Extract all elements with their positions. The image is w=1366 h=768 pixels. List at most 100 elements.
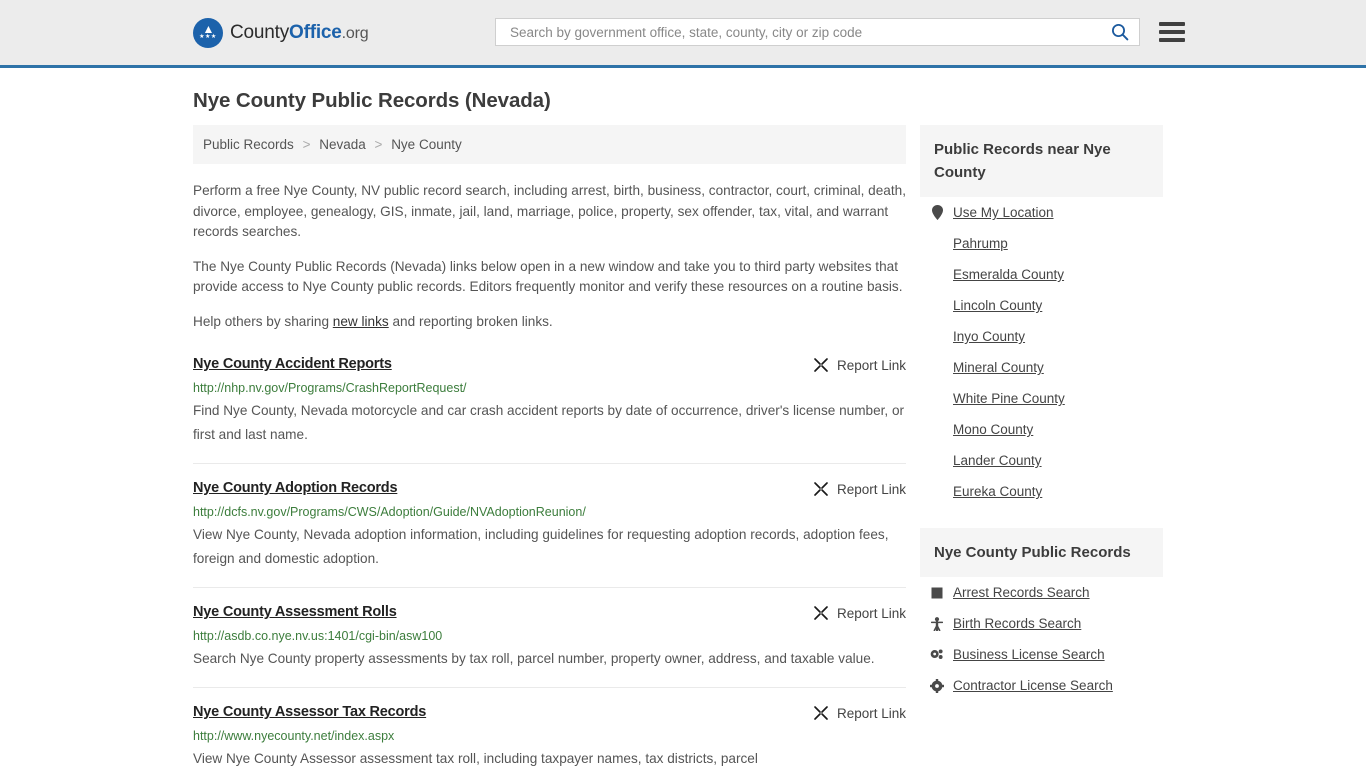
- breadcrumb-item-nevada[interactable]: Nevada: [319, 137, 366, 152]
- record-header: Nye County Assessment Rolls Report Link: [193, 604, 906, 621]
- sidebar-county-records-list: Arrest Records Search Birth Records Sear…: [920, 577, 1163, 701]
- site-logo[interactable]: ▲ ★★★ CountyOffice.org: [193, 17, 369, 48]
- list-item[interactable]: Birth Records Search: [924, 608, 1163, 639]
- search-input[interactable]: [508, 23, 1109, 41]
- broken-link-icon: [814, 358, 828, 372]
- record-url[interactable]: http://nhp.nv.gov/Programs/CrashReportRe…: [193, 381, 906, 395]
- intro-paragraph-2: The Nye County Public Records (Nevada) l…: [193, 258, 903, 295]
- list-item[interactable]: Esmeralda County: [924, 259, 1163, 290]
- report-link-label: Report Link: [836, 481, 906, 497]
- hamburger-bar: [1159, 38, 1185, 42]
- record-url[interactable]: http://dcfs.nv.gov/Programs/CWS/Adoption…: [193, 505, 906, 519]
- hamburger-menu-icon[interactable]: [1159, 22, 1185, 42]
- record-item: Nye County Adoption Records Report Link …: [193, 464, 906, 588]
- hamburger-bar: [1159, 22, 1185, 26]
- site-header: ▲ ★★★ CountyOffice.org: [0, 0, 1366, 68]
- list-item[interactable]: White Pine County: [924, 383, 1163, 414]
- record-title-link[interactable]: Nye County Adoption Records: [193, 480, 398, 496]
- record-description: Search Nye County property assessments b…: [193, 651, 875, 666]
- intro-text-before: Help others by sharing: [193, 313, 333, 329]
- sidebar-item-contractor-license-search[interactable]: Contractor License Search: [953, 678, 1113, 693]
- report-link-button[interactable]: Report Link: [813, 480, 906, 497]
- list-item[interactable]: Eureka County: [924, 476, 1163, 507]
- sidebar-item-mono-county[interactable]: Mono County: [953, 422, 1033, 437]
- handcuffs-icon: [930, 587, 944, 599]
- sidebar-item-white-pine-county[interactable]: White Pine County: [953, 391, 1065, 406]
- report-link-button[interactable]: Report Link: [813, 356, 906, 373]
- record-item: Nye County Assessment Rolls Report Link …: [193, 588, 906, 688]
- list-item[interactable]: Business License Search: [924, 639, 1163, 670]
- list-item[interactable]: Arrest Records Search: [924, 577, 1163, 608]
- hamburger-bar: [1159, 30, 1185, 34]
- record-url[interactable]: http://asdb.co.nye.nv.us:1401/cgi-bin/as…: [193, 629, 906, 643]
- intro-paragraph-3: Help others by sharing new links and rep…: [193, 312, 906, 333]
- search-icon[interactable]: [1109, 23, 1131, 41]
- record-description: View Nye County, Nevada adoption informa…: [193, 527, 889, 566]
- list-item[interactable]: Mineral County: [924, 352, 1163, 383]
- logo-text-org: .org: [341, 24, 369, 42]
- logo-text-office: Office: [289, 21, 342, 43]
- report-link-button[interactable]: Report Link: [813, 604, 906, 621]
- new-links-link[interactable]: new links: [333, 314, 389, 329]
- header-search-area: [495, 18, 1185, 46]
- sidebar-item-arrest-records-search[interactable]: Arrest Records Search: [953, 585, 1090, 600]
- sidebar-county-records-heading: Nye County Public Records: [920, 528, 1163, 577]
- intro-section: Perform a free Nye County, NV public rec…: [193, 181, 906, 332]
- intro-text-after: and reporting broken links.: [388, 313, 553, 329]
- sidebar-nearby-heading: Public Records near Nye County: [920, 125, 1163, 197]
- breadcrumb-item-nye-county: Nye County: [391, 137, 462, 152]
- sidebar-item-lincoln-county[interactable]: Lincoln County: [953, 298, 1042, 313]
- baby-icon: [930, 616, 944, 631]
- record-title-link[interactable]: Nye County Accident Reports: [193, 356, 392, 372]
- search-box[interactable]: [495, 18, 1140, 46]
- record-title-link[interactable]: Nye County Assessor Tax Records: [193, 704, 426, 720]
- sidebar-item-eureka-county[interactable]: Eureka County: [953, 484, 1042, 499]
- sidebar-nearby-list: Use My Location Pahrump Esmeralda County…: [920, 197, 1163, 507]
- gears-icon: [930, 648, 944, 661]
- main-content: Public Records > Nevada > Nye County Per…: [193, 125, 906, 768]
- site-logo-text: CountyOffice.org: [230, 21, 369, 44]
- record-header: Nye County Assessor Tax Records Report L…: [193, 704, 906, 721]
- report-link-button[interactable]: Report Link: [813, 704, 906, 721]
- page-title: Nye County Public Records (Nevada): [193, 89, 551, 112]
- list-item[interactable]: Use My Location: [924, 197, 1163, 228]
- sidebar-item-business-license-search[interactable]: Business License Search: [953, 647, 1105, 662]
- record-url[interactable]: http://www.nyecounty.net/index.aspx: [193, 729, 906, 743]
- breadcrumb-item-public-records[interactable]: Public Records: [203, 137, 294, 152]
- list-item[interactable]: Contractor License Search: [924, 670, 1163, 701]
- record-item: Nye County Accident Reports Report Link …: [193, 356, 906, 464]
- intro-paragraph-1: Perform a free Nye County, NV public rec…: [193, 183, 906, 239]
- sidebar-item-birth-records-search[interactable]: Birth Records Search: [953, 616, 1081, 631]
- page-container: Nye County Public Records (Nevada) Publi…: [0, 89, 1366, 768]
- broken-link-icon: [814, 482, 828, 496]
- record-header: Nye County Adoption Records Report Link: [193, 480, 906, 497]
- record-item: Nye County Assessor Tax Records Report L…: [193, 688, 906, 768]
- sidebar: Public Records near Nye County Use My Lo…: [920, 125, 1163, 701]
- sidebar-item-esmeralda-county[interactable]: Esmeralda County: [953, 267, 1064, 282]
- sidebar-item-inyo-county[interactable]: Inyo County: [953, 329, 1025, 344]
- record-title-link[interactable]: Nye County Assessment Rolls: [193, 604, 397, 620]
- report-link-label: Report Link: [836, 357, 906, 373]
- list-item[interactable]: Lincoln County: [924, 290, 1163, 321]
- list-item[interactable]: Lander County: [924, 445, 1163, 476]
- record-header: Nye County Accident Reports Report Link: [193, 356, 906, 373]
- list-item[interactable]: Inyo County: [924, 321, 1163, 352]
- logo-text-county: County: [230, 21, 290, 43]
- broken-link-icon: [814, 606, 828, 620]
- list-item[interactable]: Pahrump: [924, 228, 1163, 259]
- report-link-label: Report Link: [836, 605, 906, 621]
- breadcrumb-separator: >: [374, 137, 383, 152]
- report-link-label: Report Link: [836, 705, 906, 721]
- content-columns: Public Records > Nevada > Nye County Per…: [193, 125, 1173, 768]
- map-pin-icon: [930, 205, 944, 220]
- breadcrumb-separator: >: [302, 137, 311, 152]
- sidebar-item-use-my-location[interactable]: Use My Location: [953, 205, 1054, 220]
- sidebar-item-lander-county[interactable]: Lander County: [953, 453, 1042, 468]
- list-item[interactable]: Mono County: [924, 414, 1163, 445]
- sidebar-item-mineral-county[interactable]: Mineral County: [953, 360, 1044, 375]
- records-list: Nye County Accident Reports Report Link …: [193, 356, 906, 768]
- countyoffice-eagle-logo-icon: ▲ ★★★: [193, 17, 223, 48]
- breadcrumb: Public Records > Nevada > Nye County: [193, 125, 906, 164]
- sidebar-item-pahrump[interactable]: Pahrump: [953, 236, 1008, 251]
- broken-link-icon: [814, 706, 828, 720]
